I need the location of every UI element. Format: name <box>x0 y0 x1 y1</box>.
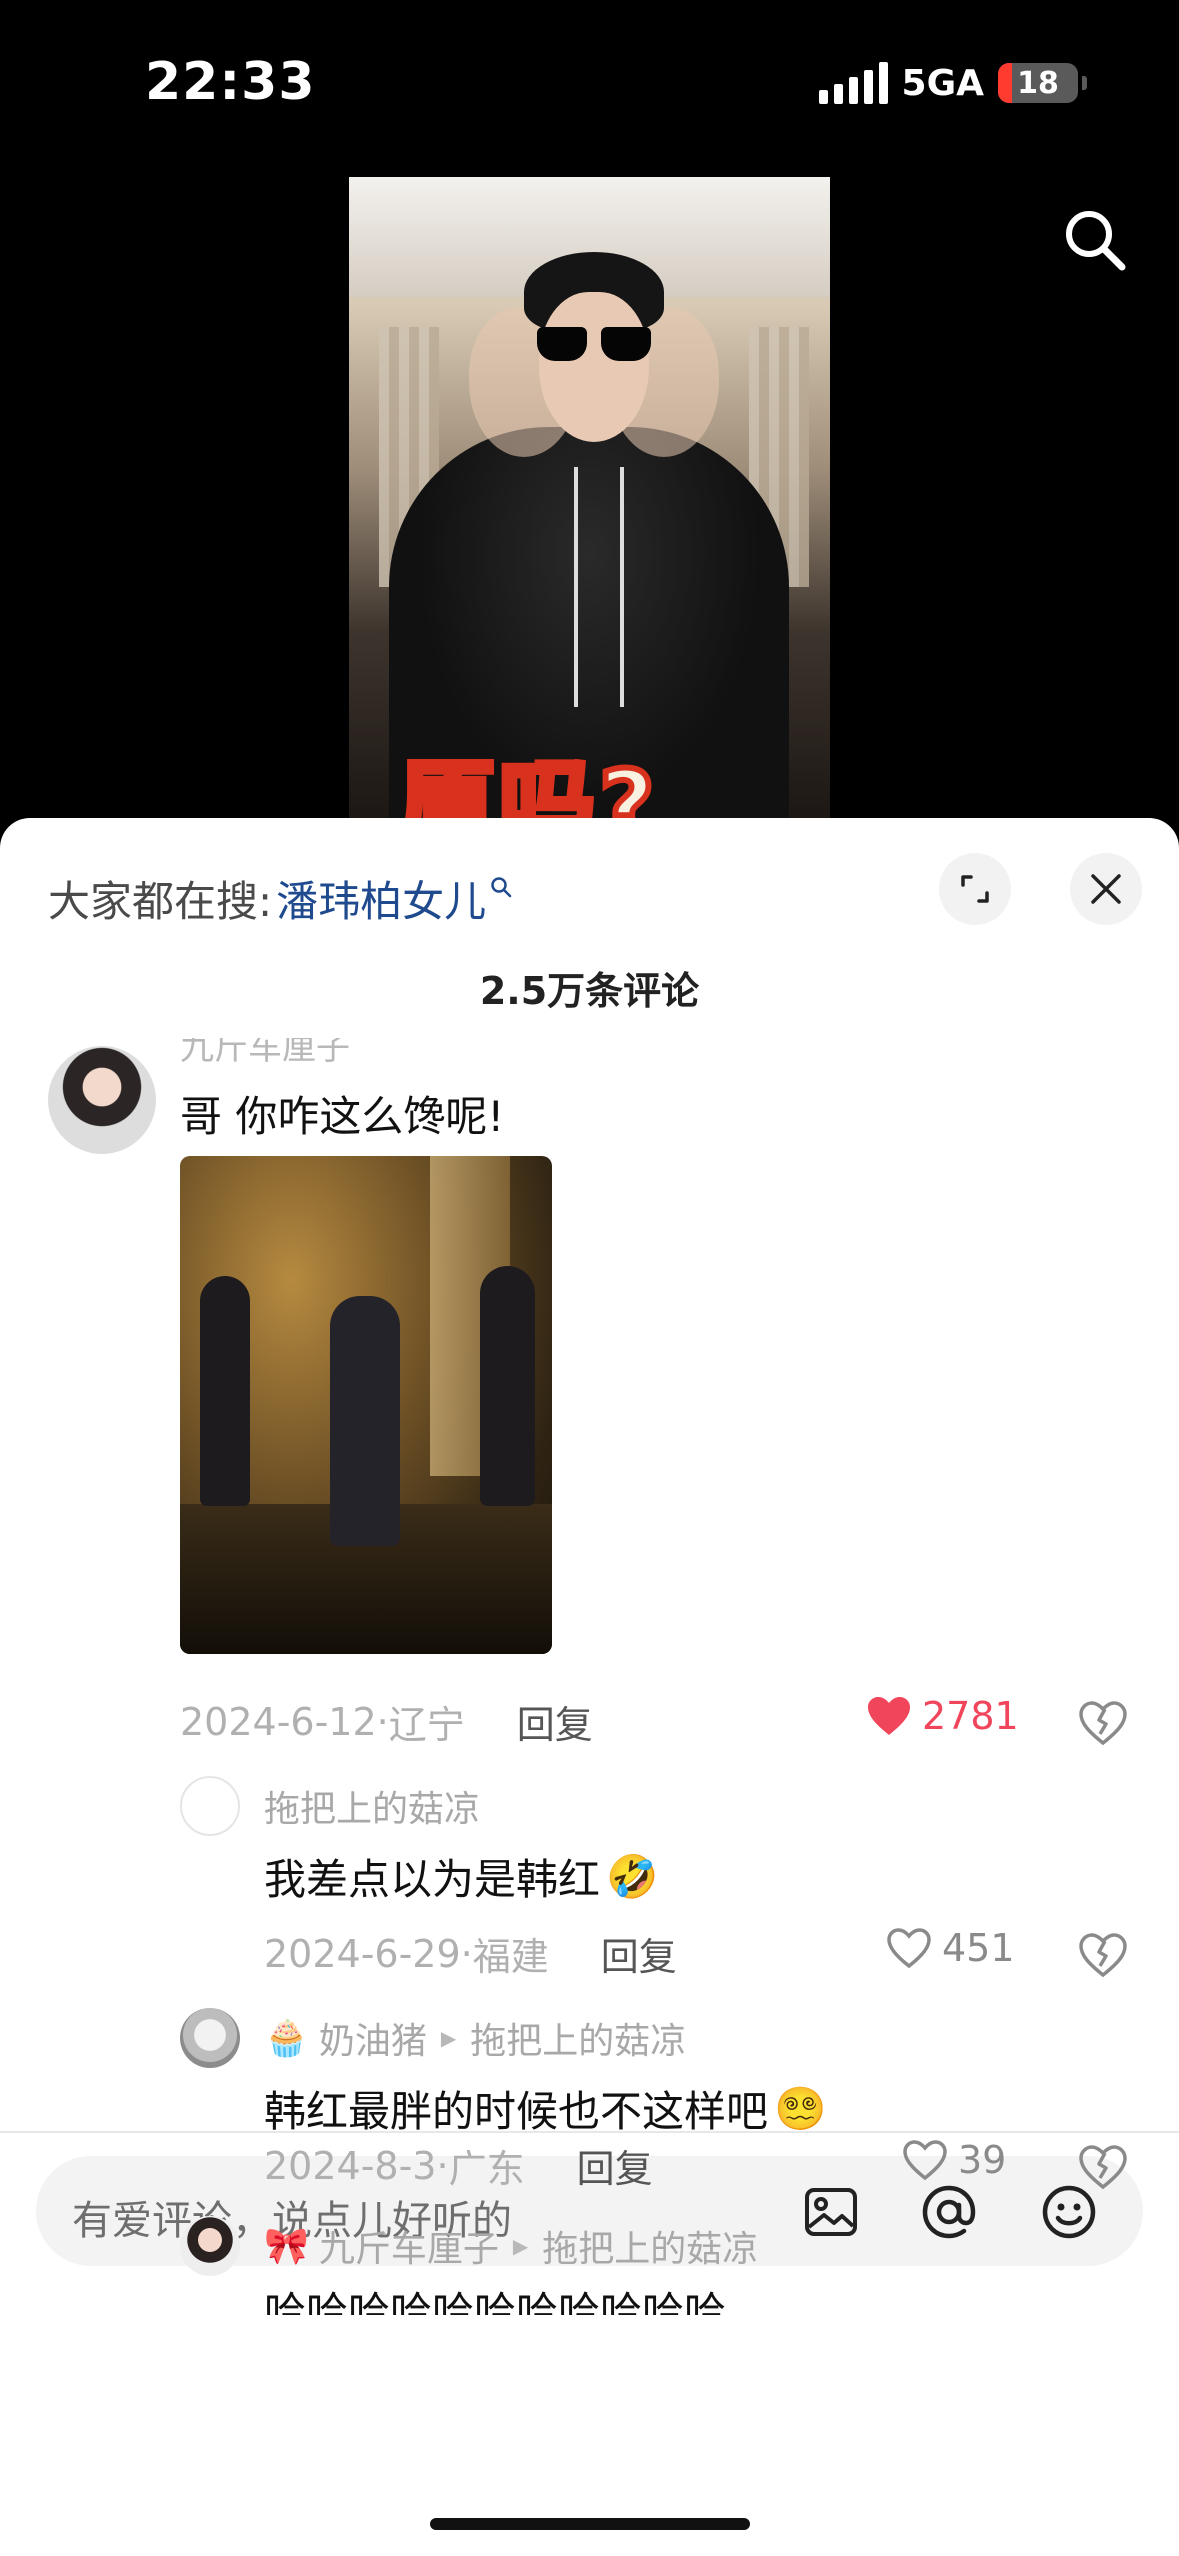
reply-user-name[interactable]: 奶油猪 <box>319 2012 427 2064</box>
like-button[interactable]: 2781 <box>866 1694 1019 1738</box>
reply-user[interactable]: 拖把上的菇凉 <box>264 1780 480 1832</box>
hot-search-keyword[interactable]: 潘玮柏女儿 <box>276 868 486 929</box>
laugh-cry-emoji-icon: 🤣 <box>606 1851 659 1901</box>
comment-text: 哥 你咋这么馋呢! <box>180 1092 505 1141</box>
like-count: 451 <box>942 1926 1015 1970</box>
video-caption: 原吗? <box>396 747 659 827</box>
hot-search-label: 大家都在搜: <box>48 877 273 926</box>
mention-icon[interactable] <box>920 2183 978 2241</box>
comment-sheet: 大家都在搜: 潘玮柏女儿 2.5万条评论 九斤车厘子 哥 你咋这么馋呢! 202… <box>0 818 1179 2556</box>
battery-level: 18 <box>1017 65 1059 101</box>
dizzy-face-emoji-icon: 😵‍💫 <box>774 2083 827 2133</box>
emoji-icon[interactable] <box>1040 2183 1098 2241</box>
reply-arrow-icon: ▶ <box>440 2026 457 2050</box>
comment-list[interactable]: 九斤车厘子 哥 你咋这么馋呢! 2024-6-12 · 辽宁 回复 2781 拖… <box>0 1038 1179 2133</box>
reply-user-name[interactable]: 拖把上的菇凉 <box>264 1780 480 1832</box>
like-button[interactable]: 451 <box>886 1926 1015 1970</box>
search-icon[interactable] <box>1060 205 1130 275</box>
battery-icon: 18 <box>998 63 1078 103</box>
comment-meta: 2024-6-12 · 辽宁 回复 <box>180 1694 593 1749</box>
close-icon <box>1091 874 1121 904</box>
video-jacket-cords <box>574 467 624 707</box>
status-time: 22:33 <box>145 52 316 112</box>
like-count: 2781 <box>922 1694 1019 1738</box>
mini-search-icon <box>491 876 512 897</box>
reply-avatar[interactable] <box>180 2008 240 2068</box>
image-dancer <box>480 1266 535 1506</box>
reply-avatar[interactable] <box>180 1776 240 1836</box>
image-dancer <box>200 1276 250 1506</box>
image-dancer <box>330 1296 400 1546</box>
reply-date: 2024-6-29 <box>264 1931 461 1976</box>
status-indicators: 5GA 18 <box>818 62 1087 104</box>
reply-location: 福建 <box>472 1935 549 1979</box>
reply-text: 韩红最胖的时候也不这样吧 😵‍💫 <box>264 2083 827 2134</box>
close-button[interactable] <box>1070 853 1142 925</box>
hot-search[interactable]: 大家都在搜: 潘玮柏女儿 <box>48 868 512 929</box>
reply-user[interactable]: 🧁 奶油猪 ▶ 拖把上的菇凉 <box>264 2012 686 2064</box>
expand-button[interactable] <box>939 853 1011 925</box>
comment-input-placeholder: 有爱评论，说点儿好听的 <box>72 2198 512 2244</box>
expand-icon <box>961 875 989 903</box>
dislike-icon[interactable] <box>1078 1932 1128 1978</box>
heart-filled-icon <box>868 1697 910 1735</box>
video-person-face <box>539 292 649 442</box>
reply-to-name[interactable]: 拖把上的菇凉 <box>470 2012 686 2064</box>
heart-outline-icon <box>887 1928 931 1969</box>
reply-button[interactable]: 回复 <box>517 1694 593 1749</box>
video-sunglasses <box>537 327 651 361</box>
comment-input[interactable]: 有爱评论，说点儿好听的 <box>36 2156 1143 2266</box>
network-type: 5GA <box>901 62 984 104</box>
divider <box>0 2131 1179 2133</box>
reply-text: 我差点以为是韩红 🤣 <box>264 1851 659 1905</box>
comment-image[interactable] <box>180 1156 552 1654</box>
video-player[interactable]: 原吗? <box>349 177 830 827</box>
reply-meta: 2024-6-29 · 福建 回复 <box>264 1926 677 1981</box>
image-icon[interactable] <box>802 2183 860 2241</box>
comment-user-name[interactable]: 九斤车厘子 <box>180 1038 350 1069</box>
comment-count: 2.5万条评论 <box>479 969 700 1013</box>
battery-cap <box>1082 76 1087 90</box>
cupcake-emoji-icon: 🧁 <box>264 2018 309 2059</box>
comment-date: 2024-6-12 <box>180 1699 377 1744</box>
dislike-icon[interactable] <box>1078 1700 1128 1746</box>
home-indicator <box>430 2518 750 2530</box>
comment-location: 辽宁 <box>388 1703 465 1747</box>
signal-icon <box>818 62 888 104</box>
reply-button[interactable]: 回复 <box>601 1926 677 1981</box>
avatar[interactable] <box>48 1046 156 1154</box>
